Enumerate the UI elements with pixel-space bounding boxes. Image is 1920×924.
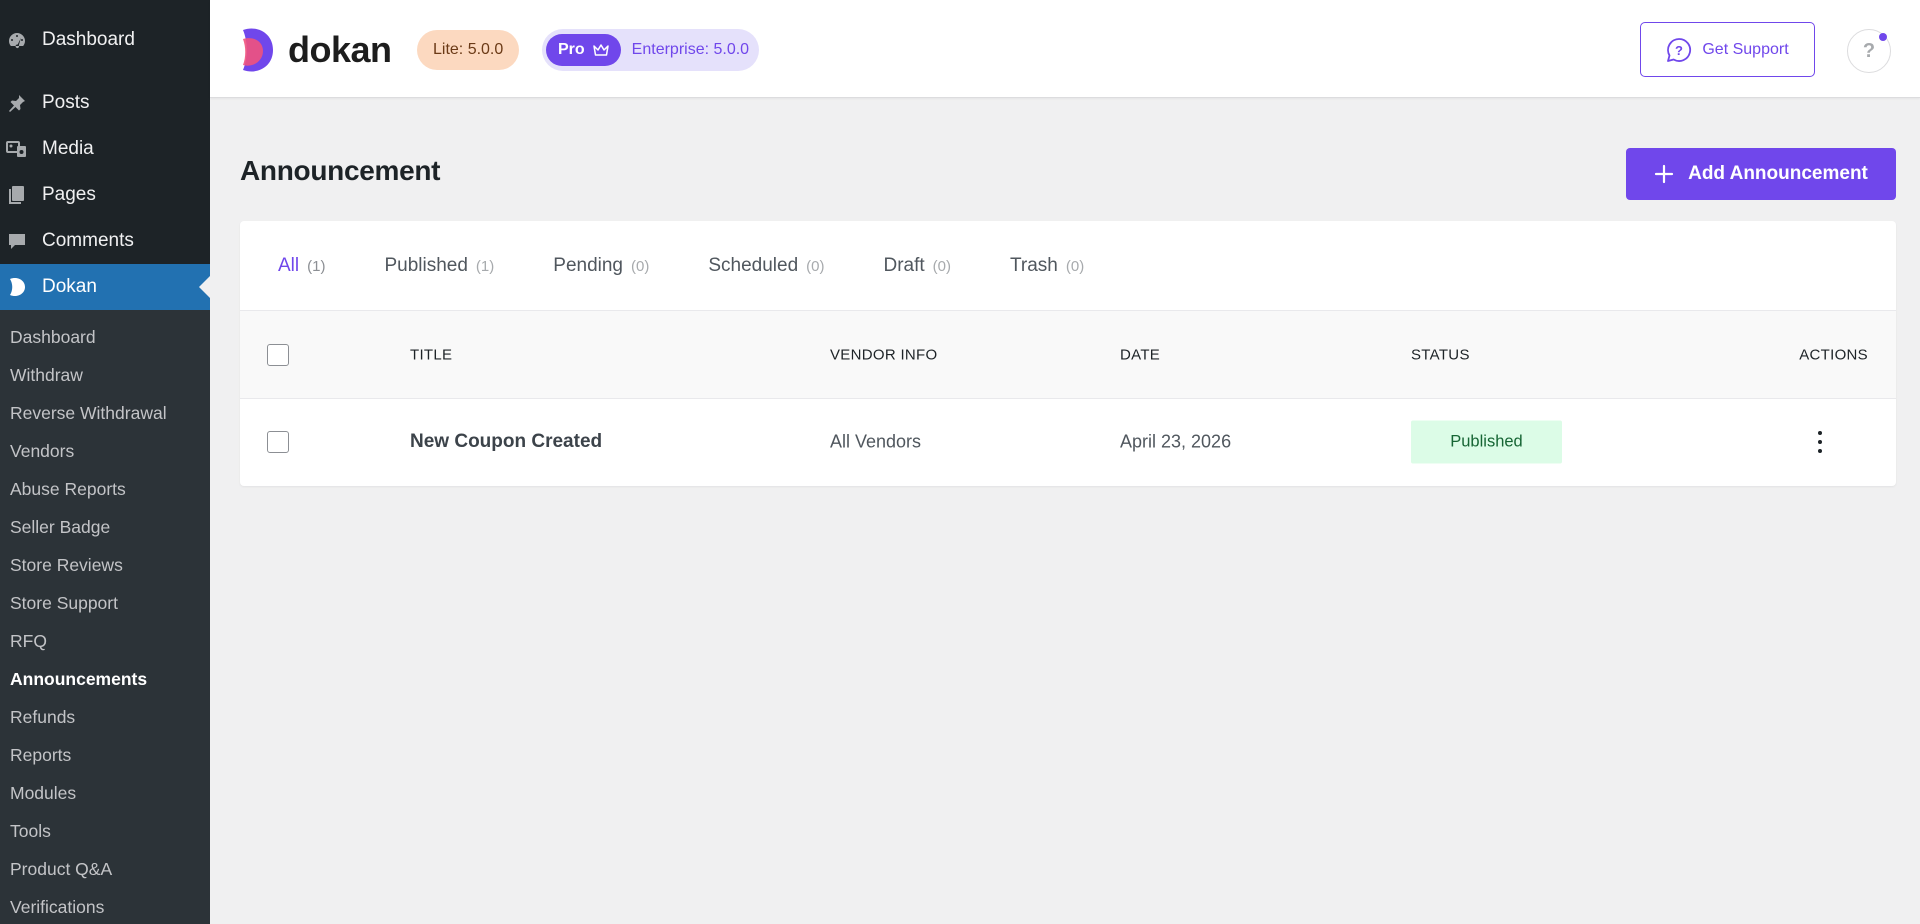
vendor-info: All Vendors xyxy=(830,431,922,452)
submenu-item-refunds[interactable]: Refunds xyxy=(0,698,210,736)
sidebar-item-comments[interactable]: Comments xyxy=(0,218,210,264)
get-support-label: Get Support xyxy=(1702,40,1789,58)
tab-count: (1) xyxy=(475,257,495,275)
submenu-item-product-qa[interactable]: Product Q&A xyxy=(0,850,210,888)
tab-count: (1) xyxy=(307,257,326,275)
notification-dot xyxy=(1879,33,1887,41)
announcement-date: April 23, 2026 xyxy=(1120,431,1232,452)
crown-icon xyxy=(592,44,609,56)
add-announcement-button[interactable]: Add Announcement xyxy=(1626,148,1896,200)
tab-label: All xyxy=(278,254,300,276)
pro-version-badge: Pro Enterprise: 5.0.0 xyxy=(542,29,760,71)
tab-count: (0) xyxy=(1065,257,1085,275)
column-header-vendor-info: VENDOR INFO xyxy=(830,346,938,363)
svg-text:?: ? xyxy=(1675,43,1683,58)
column-header-title: TITLE xyxy=(410,346,453,363)
submenu-item-tools[interactable]: Tools xyxy=(0,812,210,850)
sidebar-item-label: Pages xyxy=(42,184,96,205)
tab-label: Trash xyxy=(1010,254,1058,276)
pages-icon xyxy=(6,184,28,206)
submenu-item-announcements[interactable]: Announcements xyxy=(0,660,210,698)
dokan-icon xyxy=(6,276,28,298)
sidebar-item-label: Comments xyxy=(42,230,134,251)
sidebar-item-label: Media xyxy=(42,138,94,159)
dokan-logo-icon xyxy=(243,28,273,72)
tab-count: (0) xyxy=(631,257,650,275)
submenu-item-dashboard[interactable]: Dashboard xyxy=(0,318,210,356)
sidebar-item-label: Posts xyxy=(42,92,90,113)
tab-scheduled[interactable]: Scheduled (0) xyxy=(708,255,824,277)
status-tabs: All (1) Published (1) Pending (0) Schedu… xyxy=(240,221,1896,311)
tab-label: Published xyxy=(384,254,468,276)
tab-count: (0) xyxy=(932,257,952,275)
pin-icon xyxy=(6,92,28,114)
tab-label: Scheduled xyxy=(708,254,799,276)
get-support-button[interactable]: ? Get Support xyxy=(1640,22,1815,77)
submenu-item-seller-badge[interactable]: Seller Badge xyxy=(0,508,210,546)
row-checkbox[interactable] xyxy=(267,431,289,453)
help-button[interactable]: ? xyxy=(1847,29,1891,73)
sidebar-item-dokan[interactable]: Dokan xyxy=(0,264,210,310)
submenu-item-verifications[interactable]: Verifications xyxy=(0,888,210,924)
tab-label: Draft xyxy=(883,254,925,276)
submenu-item-abuse-reports[interactable]: Abuse Reports xyxy=(0,470,210,508)
column-header-actions: ACTIONS xyxy=(1799,346,1868,363)
pro-label: Pro xyxy=(558,41,585,58)
submenu-item-withdraw[interactable]: Withdraw xyxy=(0,356,210,394)
dokan-header: dokan Lite: 5.0.0 Pro Enterprise: 5.0.0 … xyxy=(210,0,1920,98)
help-icon: ? xyxy=(1862,39,1876,62)
sidebar-item-media[interactable]: Media xyxy=(0,126,210,172)
submenu-item-vendors[interactable]: Vendors xyxy=(0,432,210,470)
logo-text: dokan xyxy=(288,29,392,70)
announcement-title-link[interactable]: New Coupon Created xyxy=(410,431,602,453)
comment-icon xyxy=(6,230,28,252)
pro-pill: Pro xyxy=(546,34,621,66)
lite-version-badge: Lite: 5.0.0 xyxy=(417,30,520,70)
tab-count: (0) xyxy=(806,257,825,275)
dashboard-icon xyxy=(6,29,28,51)
table-header: TITLE VENDOR INFO DATE STATUS ACTIONS xyxy=(240,311,1896,399)
admin-sidebar: Dashboard Posts Media Pages Comments Dok… xyxy=(0,0,210,924)
status-badge: Published xyxy=(1411,420,1562,464)
media-icon xyxy=(6,138,28,160)
table-row: New Coupon Created All Vendors April 23,… xyxy=(240,399,1896,485)
tab-pending[interactable]: Pending (0) xyxy=(553,255,649,277)
sidebar-item-pages[interactable]: Pages xyxy=(0,172,210,218)
sidebar-item-posts[interactable]: Posts xyxy=(0,80,210,126)
dokan-logo: dokan xyxy=(240,27,392,73)
submenu-item-store-support[interactable]: Store Support xyxy=(0,584,210,622)
select-all-checkbox[interactable] xyxy=(267,343,289,366)
tab-published[interactable]: Published (1) xyxy=(384,255,494,277)
column-header-status: STATUS xyxy=(1411,346,1470,363)
tab-draft[interactable]: Draft (0) xyxy=(883,255,951,277)
sidebar-item-label: Dashboard xyxy=(42,29,135,50)
submenu-item-reports[interactable]: Reports xyxy=(0,736,210,774)
add-announcement-label: Add Announcement xyxy=(1688,163,1868,184)
page-title: Announcement xyxy=(240,155,441,186)
tab-trash[interactable]: Trash (0) xyxy=(1010,255,1084,277)
dokan-submenu: Dashboard Withdraw Reverse Withdrawal Ve… xyxy=(0,310,210,924)
submenu-item-store-reviews[interactable]: Store Reviews xyxy=(0,546,210,584)
plus-icon xyxy=(1654,164,1674,184)
tab-label: Pending xyxy=(553,254,623,276)
announcements-card: All (1) Published (1) Pending (0) Schedu… xyxy=(240,221,1896,486)
support-icon: ? xyxy=(1667,37,1692,62)
submenu-item-rfq[interactable]: RFQ xyxy=(0,622,210,660)
enterprise-version-label: Enterprise: 5.0.0 xyxy=(631,41,750,58)
tab-all[interactable]: All (1) xyxy=(278,255,325,277)
sidebar-item-dashboard[interactable]: Dashboard xyxy=(0,0,210,80)
sidebar-item-label: Dokan xyxy=(42,276,97,297)
submenu-item-reverse-withdrawal[interactable]: Reverse Withdrawal xyxy=(0,394,210,432)
column-header-date: DATE xyxy=(1120,346,1161,363)
submenu-item-modules[interactable]: Modules xyxy=(0,774,210,812)
row-actions-menu-icon[interactable] xyxy=(1810,428,1830,456)
